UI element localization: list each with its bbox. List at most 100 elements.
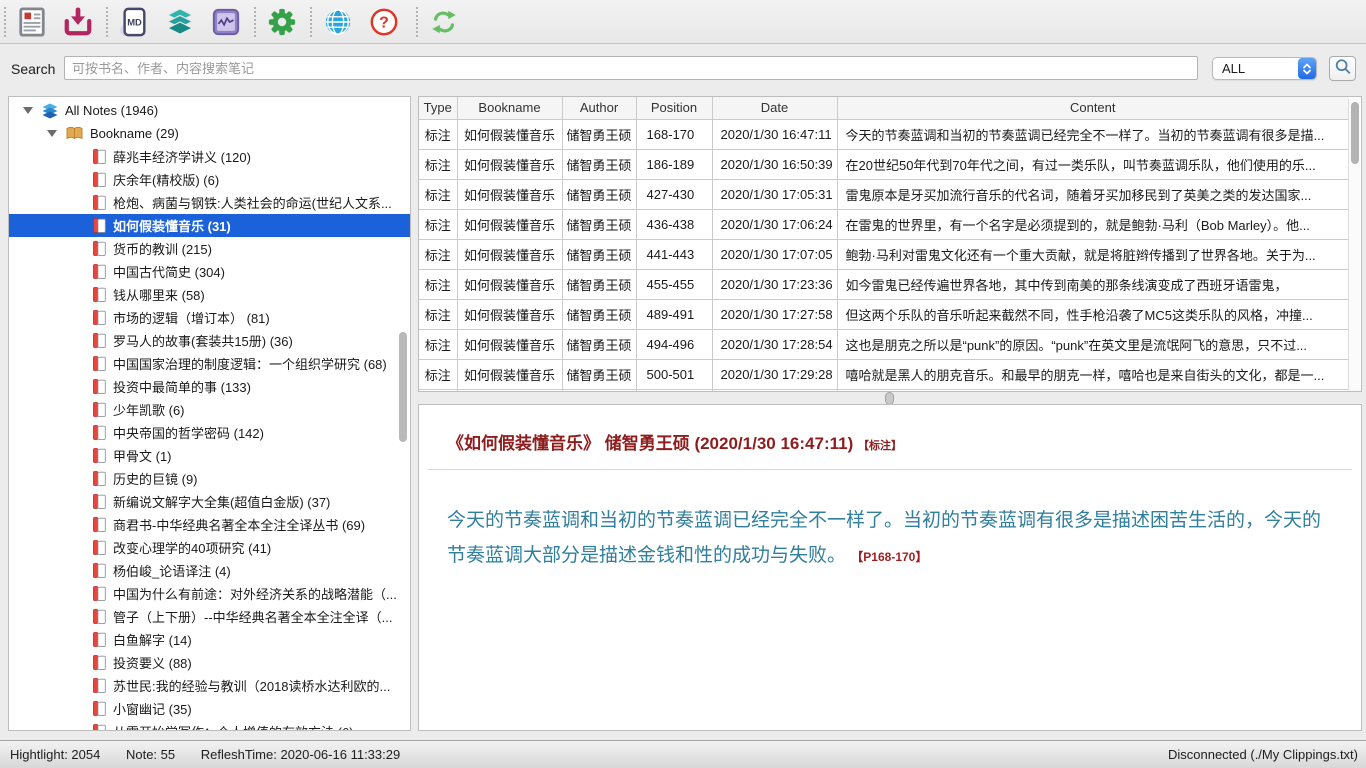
red-book-icon	[93, 287, 106, 302]
sidebar-book-item[interactable]: 薛兆丰经济学讲义 (120)	[9, 145, 410, 168]
column-header-author[interactable]: Author	[562, 97, 636, 119]
sidebar-book-item[interactable]: 中央帝国的哲学密码 (142)	[9, 421, 410, 444]
sidebar-book-item[interactable]: 投资中最简单的事 (133)	[9, 375, 410, 398]
table-row[interactable]: 标注如何假装懂音乐储智勇王硕168-1702020/1/30 16:47:11今…	[419, 119, 1348, 149]
cell-author: 储智勇王硕	[562, 179, 636, 209]
search-input[interactable]	[64, 56, 1198, 80]
column-header-position[interactable]: Position	[636, 97, 712, 119]
table-row[interactable]: 标注如何假装懂音乐储智勇王硕186-1892020/1/30 16:50:39在…	[419, 149, 1348, 179]
sidebar-book-item[interactable]: 中国古代简史 (304)	[9, 260, 410, 283]
sidebar-book-label: 罗马人的故事(套装共15册) (36)	[113, 331, 293, 350]
table-scrollbar-thumb[interactable]	[1351, 102, 1359, 164]
search-button[interactable]	[1329, 56, 1356, 81]
sidebar-book-label: 钱从哪里来 (58)	[113, 285, 205, 304]
disclosure-triangle-icon[interactable]	[23, 107, 33, 114]
sidebar-book-item[interactable]: 新编说文解字大全集(超值白金版) (37)	[9, 490, 410, 513]
note-detail-panel: 《如何假装懂音乐》 储智勇王硕 (2020/1/30 16:47:11) 【标注…	[418, 404, 1362, 731]
table-header-row: Type Bookname Author Position Date Conte…	[419, 97, 1348, 119]
refresh-button[interactable]	[424, 3, 464, 41]
sidebar-item-bookname[interactable]: Bookname (29)	[9, 122, 410, 145]
column-header-type[interactable]: Type	[419, 97, 457, 119]
filter-select-value: ALL	[1213, 61, 1298, 76]
cell-date: 2020/1/30 17:27:58	[712, 299, 837, 329]
red-book-icon	[93, 195, 106, 210]
layers-button[interactable]	[160, 3, 200, 41]
red-book-icon	[93, 218, 106, 233]
table-row[interactable]: 标注如何假装懂音乐储智勇王硕441-4432020/1/30 17:07:05鲍…	[419, 239, 1348, 269]
cell-content: 雷鬼原本是牙买加流行音乐的代名词，随着牙买加移民到了英美之类的发达国家...	[837, 179, 1348, 209]
cell-date: 2020/1/30 17:05:31	[712, 179, 837, 209]
sidebar-book-item[interactable]: 枪炮、病菌与钢铁:人类社会的命运(世纪人文系...	[9, 191, 410, 214]
table-row[interactable]: 标注如何假装懂音乐储智勇王硕494-4962020/1/30 17:28:54这…	[419, 329, 1348, 359]
note-detail-title: 《如何假装懂音乐》 储智勇王硕 (2020/1/30 16:47:11) 【标注…	[447, 429, 1333, 454]
sidebar-book-label: 投资中最简单的事 (133)	[113, 377, 251, 396]
stats-button[interactable]	[206, 3, 246, 41]
cell-position: 441-443	[636, 239, 712, 269]
cell-content: 嘻哈就是黑人的朋克音乐。和最早的朋克一样，嘻哈也是来自街头的文化，都是一...	[837, 359, 1348, 389]
cell-content: 这也是朋克之所以是“punk”的原因。“punk”在英文里是流氓阿飞的意思，只不…	[837, 329, 1348, 359]
markdown-export-icon: MD	[119, 7, 149, 37]
cell-position: 455-455	[636, 269, 712, 299]
sidebar-book-label: 货币的教训 (215)	[113, 239, 212, 258]
sidebar-book-item[interactable]: 少年凯歌 (6)	[9, 398, 410, 421]
table-row[interactable]: 标注如何假装懂音乐储智勇王硕427-4302020/1/30 17:05:31雷…	[419, 179, 1348, 209]
status-bar: Hightlight: 2054 Note: 55 RefleshTime: 2…	[0, 740, 1366, 768]
sidebar-book-item[interactable]: 管子（上下册）--中华经典名著全本全注全译（...	[9, 605, 410, 628]
sidebar-scrollbar-thumb[interactable]	[399, 332, 407, 442]
sidebar-book-label: 杨伯峻_论语译注 (4)	[113, 561, 231, 580]
sidebar-book-item[interactable]: 中国为什么有前途：对外经济关系的战略潜能（...	[9, 582, 410, 605]
column-header-date[interactable]: Date	[712, 97, 837, 119]
red-book-icon	[93, 448, 106, 463]
cell-content: 但这两个乐队的音乐听起来截然不同，性手枪沿袭了MC5这类乐队的风格，冲撞...	[837, 299, 1348, 329]
connection-status: Disconnected (./My Clippings.txt)	[1168, 741, 1358, 768]
chevron-up-down-icon	[1298, 58, 1316, 79]
table-row[interactable]: 标注如何假装懂音乐储智勇王硕500-5012020/1/30 17:29:28嘻…	[419, 359, 1348, 389]
sidebar-book-item[interactable]: 如何假装懂音乐 (31)	[9, 214, 410, 237]
red-book-icon	[93, 517, 106, 532]
sidebar-book-label: 小窗幽记 (35)	[113, 699, 192, 718]
sidebar-book-item[interactable]: 罗马人的故事(套装共15册) (36)	[9, 329, 410, 352]
layers-icon	[165, 7, 195, 37]
sidebar-book-item[interactable]: 货币的教训 (215)	[9, 237, 410, 260]
sidebar-book-item[interactable]: 市场的逻辑（增订本） (81)	[9, 306, 410, 329]
sidebar-book-item[interactable]: 苏世民:我的经验与教训（2018读桥水达利欧的...	[9, 674, 410, 697]
sidebar-book-item[interactable]: 白鱼解字 (14)	[9, 628, 410, 651]
sidebar-book-item[interactable]: 钱从哪里来 (58)	[9, 283, 410, 306]
red-book-icon	[93, 586, 106, 601]
table-scrollbar[interactable]	[1348, 98, 1360, 391]
notes-icon	[17, 7, 47, 37]
table-row[interactable]: 标注如何假装懂音乐储智勇王硕455-4552020/1/30 17:23:36如…	[419, 269, 1348, 299]
globe-button[interactable]	[318, 3, 358, 41]
sidebar-book-item[interactable]: 改变心理学的40项研究 (41)	[9, 536, 410, 559]
red-book-icon	[93, 172, 106, 187]
table-row[interactable]: 标注如何假装懂音乐储智勇王硕489-4912020/1/30 17:27:58但…	[419, 299, 1348, 329]
sidebar-book-item[interactable]: 中国国家治理的制度逻辑：一个组织学研究 (68)	[9, 352, 410, 375]
sidebar-book-item[interactable]: 杨伯峻_论语译注 (4)	[9, 559, 410, 582]
cell-author: 储智勇王硕	[562, 329, 636, 359]
sidebar-book-item[interactable]: 甲骨文 (1)	[9, 444, 410, 467]
filter-select[interactable]: ALL	[1212, 57, 1317, 80]
help-button[interactable]: ?	[364, 3, 404, 41]
notes-button[interactable]	[12, 3, 52, 41]
column-header-bookname[interactable]: Bookname	[457, 97, 562, 119]
sidebar-book-item[interactable]: 投资要义 (88)	[9, 651, 410, 674]
sidebar-book-label: 从零开始学写作：个人增值的有效方法 (6)	[113, 722, 354, 731]
settings-button[interactable]	[262, 3, 302, 41]
sidebar-item-all-notes[interactable]: All Notes (1946)	[9, 99, 410, 122]
column-header-content[interactable]: Content	[837, 97, 1348, 119]
sidebar-book-item[interactable]: 小窗幽记 (35)	[9, 697, 410, 720]
cell-bookname: 如何假装懂音乐	[457, 329, 562, 359]
table-row[interactable]: 标注如何假装懂音乐储智勇王硕436-4382020/1/30 17:06:24在…	[419, 209, 1348, 239]
sidebar-book-item[interactable]: 商君书-中华经典名著全本全注全译丛书 (69)	[9, 513, 410, 536]
sidebar-book-item[interactable]: 庆余年(精校版) (6)	[9, 168, 410, 191]
markdown-export-button[interactable]: MD	[114, 3, 154, 41]
refresh-time: RefleshTime: 2020-06-16 11:33:29	[201, 747, 400, 762]
sidebar-book-label: 中国为什么有前途：对外经济关系的战略潜能（...	[113, 584, 397, 603]
sidebar-book-item[interactable]: 从零开始学写作：个人增值的有效方法 (6)	[9, 720, 410, 731]
sidebar-book-item[interactable]: 历史的巨镜 (9)	[9, 467, 410, 490]
red-book-icon	[93, 701, 106, 716]
cell-date: 2020/1/30 17:28:54	[712, 329, 837, 359]
disclosure-triangle-icon[interactable]	[47, 130, 57, 137]
import-button[interactable]	[58, 3, 98, 41]
splitter	[418, 392, 1362, 404]
